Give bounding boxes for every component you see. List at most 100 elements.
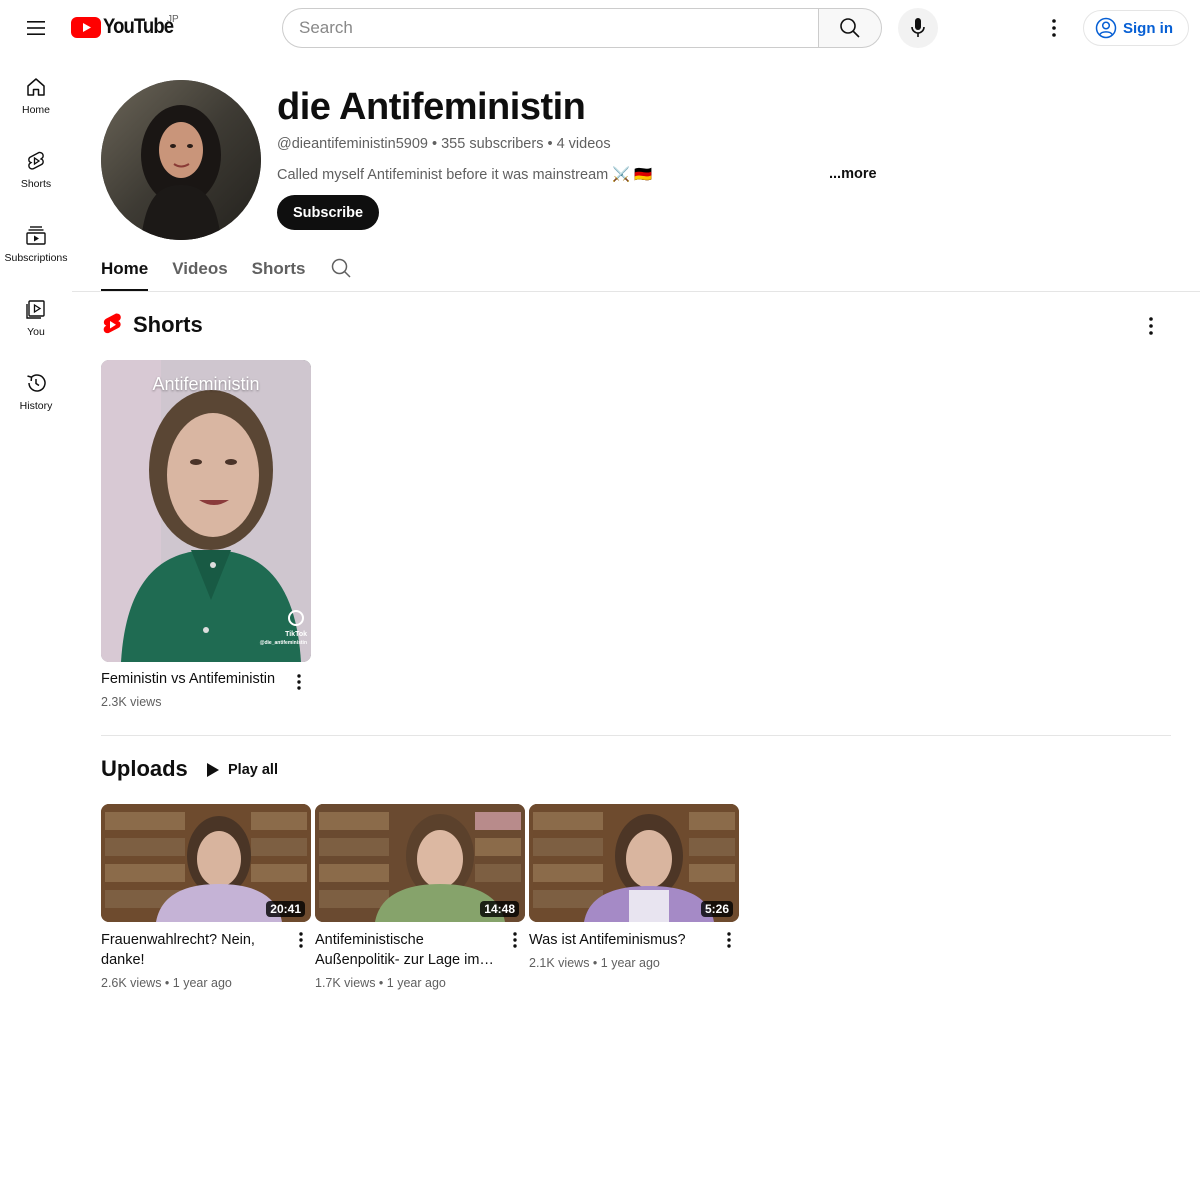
video-card: 5:26 Was ist Antifeminismus? 2.1K views … (529, 804, 739, 970)
shorts-logo-icon (103, 313, 121, 334)
short-title[interactable]: Feministin vs Antifeministin (101, 671, 275, 687)
video-views: 2.6K views (101, 976, 162, 990)
video-thumbnail[interactable]: 14:48 (315, 804, 525, 922)
sign-in-button[interactable]: Sign in (1083, 10, 1189, 46)
channel-avatar[interactable] (101, 80, 261, 240)
video-card: 14:48 Antifeministische Außenpolitik- zu… (315, 804, 525, 990)
short-overlay-text: Antifeministin (152, 374, 260, 394)
search-button[interactable] (818, 8, 882, 48)
meta-separator: • (427, 136, 442, 152)
video-meta: 2.1K views • 1 year ago (529, 956, 739, 970)
video-thumbnail[interactable]: 20:41 (101, 804, 311, 922)
logo-region-code: JP (167, 14, 179, 25)
shorts-icon (28, 151, 44, 170)
more-vert-icon (727, 932, 731, 948)
description-more-link[interactable]: ...more (829, 166, 877, 182)
youtube-logo[interactable]: YouTube (71, 15, 183, 39)
shelf-menu-button[interactable] (1139, 314, 1163, 338)
settings-menu-button[interactable] (1038, 12, 1070, 44)
video-menu-button[interactable] (719, 928, 739, 952)
guide-item-subscriptions[interactable]: Subscriptions (0, 204, 72, 278)
guide-item-label: You (27, 326, 45, 338)
channel-handle: @dieantifeministin5909 (277, 136, 428, 152)
short-thumbnail[interactable]: Antifeministin TikTok @die_antifeministi… (101, 360, 311, 662)
tiktok-watermark: TikTok @die_antifeministin (260, 630, 307, 648)
video-age: 1 year ago (386, 976, 446, 990)
you-icon (26, 300, 45, 319)
more-vert-icon (297, 674, 301, 690)
subscriptions-icon (26, 226, 46, 245)
microphone-icon (911, 18, 925, 37)
video-title[interactable]: Antifeministische Außenpolitik- zur Lage… (315, 930, 497, 970)
video-title[interactable]: Was ist Antifeminismus? (529, 930, 711, 950)
video-views: 1.7K views (315, 976, 376, 990)
tab-home[interactable]: Home (101, 246, 149, 291)
short-menu-button[interactable] (289, 672, 309, 692)
hamburger-icon (27, 21, 45, 35)
video-views: 2.1K views (529, 956, 590, 970)
guide-item-label: Shorts (20, 178, 52, 190)
meta-separator: • (375, 976, 387, 990)
search-icon (331, 258, 351, 278)
video-menu-button[interactable] (505, 928, 525, 952)
uploads-shelf-title[interactable]: Uploads (101, 756, 188, 782)
account-circle-icon (1095, 17, 1117, 39)
play-icon (207, 763, 219, 777)
video-meta: 1.7K views • 1 year ago (315, 976, 525, 990)
guide-menu-button[interactable] (20, 12, 52, 44)
youtube-play-logo-icon (71, 16, 101, 38)
history-icon (27, 374, 46, 392)
voice-search-button[interactable] (898, 8, 938, 48)
tab-shorts[interactable]: Shorts (252, 246, 306, 291)
search-box (282, 8, 882, 48)
more-vert-icon (1052, 19, 1056, 37)
avatar-photo (101, 80, 261, 240)
video-duration: 14:48 (480, 901, 519, 917)
short-view-count: 2.3K views (101, 695, 162, 709)
channel-meta: @dieantifeministin5909 • 355 subscribers… (277, 136, 611, 152)
meta-separator: • (543, 136, 557, 152)
shelf-divider (101, 735, 1171, 736)
guide-item-history[interactable]: History (0, 352, 72, 426)
channel-name: die Antifeministin (277, 86, 586, 128)
video-title[interactable]: Frauenwahlrecht? Nein, danke! (101, 930, 283, 970)
tiktok-handle: @die_antifeministin (259, 640, 307, 646)
guide-item-home[interactable]: Home (0, 56, 72, 130)
video-age: 1 year ago (600, 956, 660, 970)
subscribe-button[interactable]: Subscribe (277, 195, 380, 230)
shorts-shelf-title: Shorts (133, 312, 203, 337)
search-input[interactable] (282, 8, 818, 48)
video-duration: 5:26 (700, 901, 733, 917)
more-vert-icon (513, 932, 517, 948)
tiktok-label: TikTok (285, 631, 307, 638)
guide-item-you[interactable]: You (0, 278, 72, 352)
video-menu-button[interactable] (291, 928, 311, 952)
video-meta: 2.6K views • 1 year ago (101, 976, 311, 990)
sign-in-label: Sign in (1123, 19, 1173, 37)
logo-wordmark: YouTube (103, 15, 174, 38)
search-icon (840, 18, 860, 38)
video-count: 4 videos (556, 136, 611, 152)
guide-item-shorts[interactable]: Shorts (0, 130, 72, 204)
masthead: YouTube JP Sign in (0, 0, 1200, 56)
video-card: 20:41 Frauenwahlrecht? Nein, danke! 2.6K… (101, 804, 311, 990)
more-vert-icon (299, 932, 303, 948)
play-all-button[interactable]: Play all (198, 756, 286, 784)
guide-item-label: History (19, 400, 53, 412)
subscriber-count: 355 subscribers (441, 136, 544, 152)
video-thumbnail[interactable]: 5:26 (529, 804, 739, 922)
short-thumbnail-image (101, 360, 311, 662)
channel-search-button[interactable] (330, 257, 352, 279)
video-duration: 20:41 (266, 901, 305, 917)
video-age: 1 year ago (172, 976, 232, 990)
meta-separator: • (589, 956, 601, 970)
channel-description[interactable]: Called myself Antifeminist before it was… (277, 166, 652, 183)
meta-separator: • (161, 976, 173, 990)
tabs-divider (72, 291, 1200, 292)
play-all-label: Play all (228, 762, 278, 778)
tab-videos[interactable]: Videos (172, 246, 227, 291)
guide-item-label: Subscriptions (4, 252, 68, 264)
guide-item-label: Home (21, 104, 50, 116)
mini-guide: Home Shorts Subscriptions You History (0, 56, 72, 426)
channel-tabs: Home Videos Shorts (101, 246, 330, 292)
